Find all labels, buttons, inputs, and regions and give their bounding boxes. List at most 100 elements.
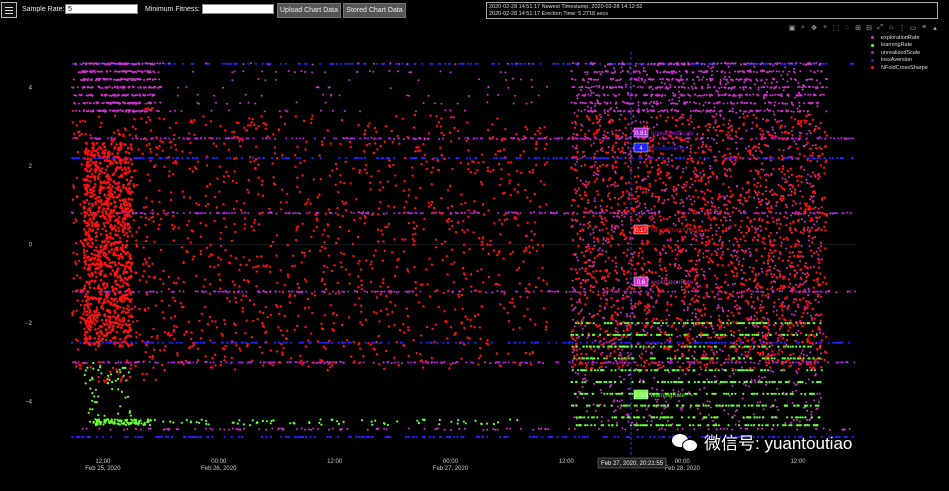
explorationRate-point	[809, 351, 812, 354]
explorationRate-point	[754, 191, 757, 194]
lossAversion-point	[547, 157, 550, 160]
explorationRate-point	[609, 86, 612, 89]
lossAversion-point	[627, 435, 630, 439]
unrealizedScale-point	[228, 290, 231, 293]
lossAversion-point	[269, 62, 272, 65]
explorationRate-point	[681, 406, 684, 409]
explorationRate-point	[606, 185, 609, 188]
explorationRate-point	[609, 352, 612, 355]
explorationRate-point	[674, 262, 677, 265]
explorationRate-point	[789, 273, 791, 276]
explorationRate-point	[773, 305, 775, 308]
explorationRate-point	[264, 290, 267, 293]
explorationRate-point	[678, 100, 681, 103]
unrealizedScale-point	[195, 361, 198, 364]
explorationRate-point	[440, 102, 443, 105]
explorationRate-point	[127, 78, 130, 81]
unrealizedScale-point	[436, 361, 439, 364]
explorationRate-point	[295, 361, 297, 364]
explorationRate-point	[593, 71, 596, 74]
explorationRate-point	[795, 370, 798, 372]
explorationRate-point	[652, 109, 655, 112]
explorationRate-point	[614, 170, 617, 173]
explorationRate-point	[242, 63, 245, 65]
explorationRate-point	[718, 240, 721, 243]
explorationRate-point	[577, 109, 580, 112]
explorationRate-point	[141, 109, 144, 112]
lossAversion-point	[338, 157, 341, 160]
explorationRate-point	[606, 86, 608, 89]
explorationRate-point	[641, 322, 644, 325]
unrealizedScale-point	[278, 290, 281, 293]
unrealizedScale-point	[274, 290, 277, 293]
unrealizedScale-point	[553, 212, 556, 215]
explorationRate-point	[74, 63, 77, 66]
explorationRate-point	[135, 110, 138, 113]
explorationRate-point	[725, 62, 728, 65]
unrealizedScale-point	[639, 290, 642, 293]
explorationRate-point	[463, 211, 466, 214]
explorationRate-point	[696, 285, 699, 288]
unrealizedScale-point	[603, 212, 606, 215]
explorationRate-point	[738, 228, 740, 231]
explorationRate-point	[666, 239, 669, 242]
explorationRate-point	[577, 390, 580, 393]
explorationRate-point	[680, 286, 683, 288]
explorationRate-point	[705, 78, 708, 81]
lossAversion-point	[620, 341, 623, 344]
unrealizedScale-point	[222, 290, 225, 293]
unrealizedScale-point	[709, 212, 711, 215]
explorationRate-point	[778, 93, 780, 96]
explorationRate-point	[767, 296, 770, 298]
explorationRate-point	[717, 304, 720, 307]
explorationRate-point	[776, 387, 779, 390]
lossAversion-point	[519, 157, 522, 160]
explorationRate-point	[705, 94, 708, 96]
unrealizedScale-point	[847, 137, 849, 140]
explorationRate-point	[443, 428, 446, 431]
lossAversion-point	[766, 62, 769, 65]
explorationRate-point	[718, 150, 721, 153]
explorationRate-point	[614, 95, 617, 97]
explorationRate-point	[794, 96, 797, 99]
lossAversion-point	[300, 435, 303, 439]
lossAversion-point	[528, 435, 531, 439]
explorationRate-point	[637, 204, 640, 207]
explorationRate-point	[790, 129, 793, 132]
explorationRate-point	[449, 109, 452, 112]
explorationRate-point	[794, 389, 797, 392]
explorationRate-point	[594, 104, 596, 107]
explorationRate-point	[728, 75, 731, 78]
explorationRate-point	[639, 161, 642, 164]
explorationRate-point	[715, 230, 718, 233]
lossAversion-point	[482, 435, 485, 439]
explorationRate-point	[723, 86, 726, 89]
lossAversion-point	[649, 435, 652, 439]
explorationRate-point	[679, 202, 682, 205]
unrealizedScale-point	[476, 137, 479, 140]
learningRate-point	[756, 322, 759, 325]
unrealizedScale-point	[228, 137, 231, 140]
unrealizedScale-point	[470, 290, 473, 293]
explorationRate-point	[323, 136, 326, 139]
explorationRate-point	[805, 143, 808, 146]
lossAversion-point	[326, 341, 329, 344]
unrealizedScale-point	[123, 290, 126, 293]
unrealizedScale-point	[77, 361, 80, 364]
x-tick-label: Feb 25, 2020	[85, 466, 121, 472]
explorationRate-point	[606, 292, 609, 295]
lossAversion-point	[601, 157, 604, 160]
lossAversion-point	[646, 341, 650, 344]
lossAversion-point	[313, 435, 316, 439]
explorationRate-point	[724, 71, 727, 74]
explorationRate-point	[605, 250, 608, 253]
explorationRate-point	[682, 183, 685, 186]
explorationRate-point	[581, 156, 584, 158]
explorationRate-point	[600, 420, 603, 423]
explorationRate-point	[631, 283, 634, 286]
lossAversion-point	[309, 341, 313, 344]
explorationRate-point	[775, 204, 778, 207]
explorationRate-point	[113, 101, 116, 104]
scatter-plot[interactable]: 420−2−412:00Feb 25, 202000:00Feb 26, 202…	[0, 0, 949, 491]
explorationRate-point	[827, 290, 830, 292]
